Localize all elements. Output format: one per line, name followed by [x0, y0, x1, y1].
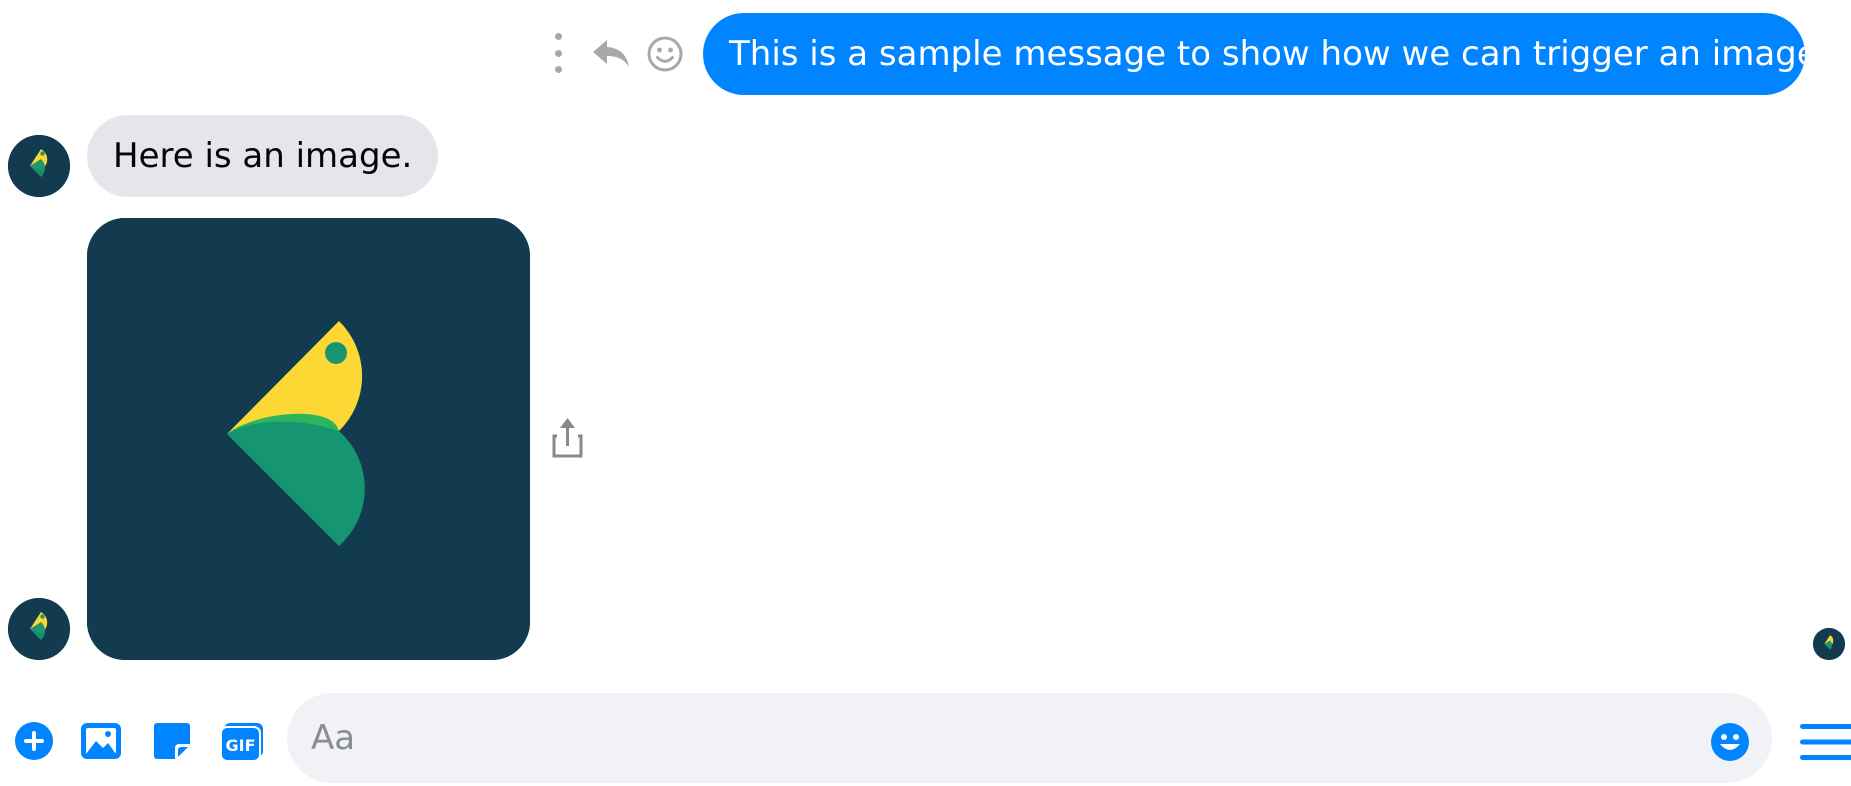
- bot-logo-icon: [87, 218, 530, 660]
- emoji-icon[interactable]: [1710, 722, 1750, 762]
- image-message[interactable]: [87, 218, 530, 660]
- bot-logo-icon: [8, 598, 70, 660]
- reply-icon[interactable]: [589, 34, 633, 74]
- share-icon[interactable]: [550, 416, 585, 460]
- bot-avatar[interactable]: [8, 598, 70, 660]
- gif-label: GIF: [225, 736, 255, 755]
- seen-indicator-avatar: [1813, 628, 1845, 660]
- outgoing-message-bubble[interactable]: This is a sample message to show how we …: [703, 13, 1828, 95]
- more-options-icon[interactable]: [548, 33, 568, 73]
- bot-logo-icon: [1813, 628, 1845, 660]
- sticker-icon[interactable]: [153, 722, 191, 760]
- bot-logo-icon: [8, 135, 70, 197]
- bot-avatar[interactable]: [8, 135, 70, 197]
- gif-icon[interactable]: GIF: [220, 722, 264, 762]
- incoming-message-bubble[interactable]: Here is an image.: [87, 115, 439, 197]
- react-icon[interactable]: [645, 34, 685, 74]
- message-input[interactable]: [287, 693, 1772, 783]
- plus-icon[interactable]: [14, 721, 54, 761]
- photo-icon[interactable]: [80, 721, 122, 761]
- menu-icon[interactable]: [1798, 720, 1851, 764]
